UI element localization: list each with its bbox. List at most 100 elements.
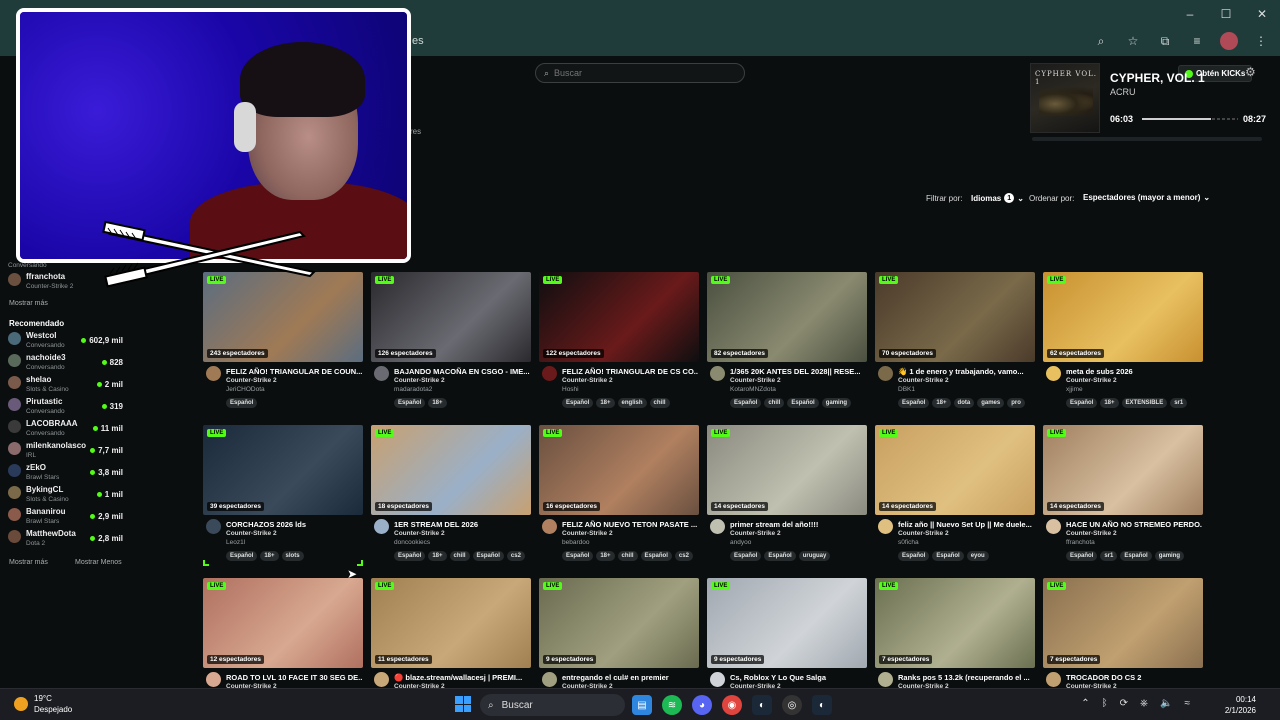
stream-tag[interactable]: Español (640, 551, 672, 561)
stream-card[interactable]: LIVE 82 espectadores 1/365 20K ANTES DEL 2… (707, 272, 867, 420)
stream-tag[interactable]: 18+ (596, 551, 615, 561)
stream-card[interactable]: LIVE 122 espectadores FELIZ AÑO! TRIANGULA… (539, 272, 699, 420)
stream-title[interactable]: feliz año || Nuevo Set Up || Me duele... (898, 520, 1034, 529)
stream-card[interactable]: LIVE 14 espectadores feliz año || Nuevo Se… (875, 425, 1035, 573)
sidebar-item-recommended[interactable]: milenkanolasco IRL 7,7 mil (8, 441, 123, 460)
avatar[interactable] (878, 366, 893, 381)
stream-title[interactable]: BAJANDO MACOÑA EN CSGO - IME... (394, 367, 530, 376)
stream-title[interactable]: entregando el cul# en premier (562, 673, 698, 682)
maximize-button[interactable]: ☐ (1208, 0, 1244, 28)
avatar[interactable] (1046, 519, 1061, 534)
stream-thumbnail[interactable]: LIVE 70 espectadores (875, 272, 1035, 362)
stream-title[interactable]: 🔴 blaze.stream/wallacesj | PREMI... (394, 673, 530, 682)
show-more-recommended-link[interactable]: Mostrar más (9, 559, 48, 566)
stream-tag[interactable]: Español (730, 398, 762, 408)
close-button[interactable]: ✕ (1244, 0, 1280, 28)
streamer-name[interactable]: Hoshi (562, 386, 579, 393)
stream-category[interactable]: Counter-Strike 2 (730, 377, 781, 384)
app-icon[interactable]: ◎ (782, 695, 802, 715)
streamer-name[interactable]: andyoo (730, 539, 751, 546)
stream-title[interactable]: FELIZ AÑO NUEVO TETON PASATE ... (562, 520, 698, 529)
stream-card[interactable]: LIVE 62 espectadores meta de subs 2026 Coun… (1043, 272, 1203, 420)
stream-card[interactable]: LIVE 126 espectadores BAJANDO MACOÑA EN CS… (371, 272, 531, 420)
stream-tag[interactable]: sr1 (1170, 398, 1188, 408)
sidebar-item-recommended[interactable]: zEkO Brawl Stars 3,8 mil (8, 463, 123, 482)
stream-thumbnail[interactable]: LIVE 18 espectadores (371, 425, 531, 515)
sync-icon[interactable]: ⟳ (1120, 698, 1128, 709)
stream-card[interactable]: LIVE 14 espectadores primer stream del año… (707, 425, 867, 573)
stream-title[interactable]: ROAD TO LVL 10 FACE IT 30 SEG DE... (226, 673, 362, 682)
stream-tag[interactable]: 18+ (428, 551, 447, 561)
stream-card[interactable]: LIVE 243 espectadores FELIZ AÑO! TRIANGULA… (203, 272, 363, 420)
stream-tag[interactable]: Español (787, 398, 819, 408)
avatar[interactable] (710, 366, 725, 381)
streamer-name[interactable]: ffranchota (1066, 539, 1095, 546)
stream-tag[interactable]: dota (953, 398, 975, 408)
stream-category[interactable]: Counter-Strike 2 (562, 530, 613, 537)
streamer-name[interactable]: s0ficha (898, 539, 919, 546)
extensions-icon[interactable]: ⧉ (1156, 32, 1174, 50)
zoom-icon[interactable]: ⌕ (1092, 32, 1110, 50)
stream-tag[interactable]: slots (281, 551, 304, 561)
stream-tag[interactable]: 18+ (932, 398, 951, 408)
steam-icon[interactable]: ◐ (812, 695, 832, 715)
stream-tag[interactable]: EXTENSIBLE (1121, 398, 1168, 408)
stream-thumbnail[interactable]: LIVE 9 espectadores (707, 578, 867, 668)
streamer-name[interactable]: JeriCHODota (226, 386, 265, 393)
stream-thumbnail[interactable]: LIVE 126 espectadores (371, 272, 531, 362)
taskbar-clock[interactable]: 00:14 2/1/2026 (1225, 694, 1256, 716)
stream-category[interactable]: Counter-Strike 2 (730, 530, 781, 537)
stream-tag[interactable]: gaming (1154, 551, 1185, 561)
stream-tag[interactable]: Español (898, 551, 930, 561)
stream-card[interactable]: LIVE 18 espectadores 1ER STREAM DEL 2026 Co… (371, 425, 531, 573)
sidebar-item-recommended[interactable]: MatthewDota Dota 2 2,8 mil (8, 529, 123, 548)
avatar[interactable] (1046, 366, 1061, 381)
avatar[interactable] (710, 672, 725, 687)
stream-thumbnail[interactable]: LIVE 82 espectadores (707, 272, 867, 362)
stream-tag[interactable]: english (617, 398, 647, 408)
stream-thumbnail[interactable]: LIVE 39 espectadores (203, 425, 363, 515)
weather-widget[interactable]: 19°C Despejado (14, 693, 72, 715)
bluetooth-icon[interactable]: ᛒ (1102, 698, 1108, 709)
stream-tag[interactable]: pro (1007, 398, 1025, 408)
sidebar-item-recommended[interactable]: shelao Slots & Casino 2 mil (8, 375, 123, 394)
streamer-name[interactable]: doncookiecs (394, 539, 430, 546)
stream-tag[interactable]: uruguay (798, 551, 831, 561)
stream-thumbnail[interactable]: LIVE 14 espectadores (707, 425, 867, 515)
avatar[interactable] (374, 672, 389, 687)
stream-title[interactable]: CORCHAZOS 2026 lds (226, 520, 362, 529)
avatar[interactable] (878, 672, 893, 687)
stream-tag[interactable]: Español (226, 551, 258, 561)
search-input[interactable] (554, 68, 725, 78)
avatar[interactable] (206, 672, 221, 687)
streamer-name[interactable]: DBK1 (898, 386, 915, 393)
stream-title[interactable]: 1ER STREAM DEL 2026 (394, 520, 530, 529)
stream-tag[interactable]: games (977, 398, 1005, 408)
streamer-name[interactable]: bebardoo (562, 539, 589, 546)
stream-tag[interactable]: Español (394, 398, 426, 408)
sidebar-item-recommended[interactable]: LACOBRAAA Conversando 11 mil (8, 419, 123, 438)
avatar[interactable] (542, 366, 557, 381)
stream-category[interactable]: Counter-Strike 2 (394, 377, 445, 384)
show-less-link[interactable]: Mostrar Menos (75, 559, 122, 566)
stream-tag[interactable]: chill (764, 398, 785, 408)
stream-title[interactable]: TROCADOR DO CS 2 (1066, 673, 1202, 682)
stream-title[interactable]: meta de subs 2026 (1066, 367, 1202, 376)
stream-tag[interactable]: chill (617, 551, 638, 561)
stream-tag[interactable]: Español (562, 551, 594, 561)
stream-thumbnail[interactable]: LIVE 122 espectadores (539, 272, 699, 362)
stream-title[interactable]: 1/365 20K ANTES DEL 2028|| RESE... (730, 367, 866, 376)
stream-tag[interactable]: 18+ (596, 398, 615, 408)
stream-category[interactable]: Counter-Strike 2 (562, 377, 613, 384)
stream-tag[interactable]: Español (394, 551, 426, 561)
stream-tag[interactable]: chill (649, 398, 670, 408)
stream-tag[interactable]: 18+ (428, 398, 447, 408)
microphone-icon[interactable]: ⎈ (1140, 698, 1148, 709)
stream-tag[interactable]: sr1 (1100, 551, 1118, 561)
streamer-name[interactable]: KotaroMNZdota (730, 386, 776, 393)
chevron-up-icon[interactable]: ⌃ (1081, 698, 1089, 709)
wifi-icon[interactable]: ≈ (1185, 698, 1191, 709)
stream-title[interactable]: HACE UN AÑO NO STREMEO PERDO... (1066, 520, 1202, 529)
avatar[interactable] (710, 519, 725, 534)
streamer-name[interactable]: madaradota2 (394, 386, 432, 393)
